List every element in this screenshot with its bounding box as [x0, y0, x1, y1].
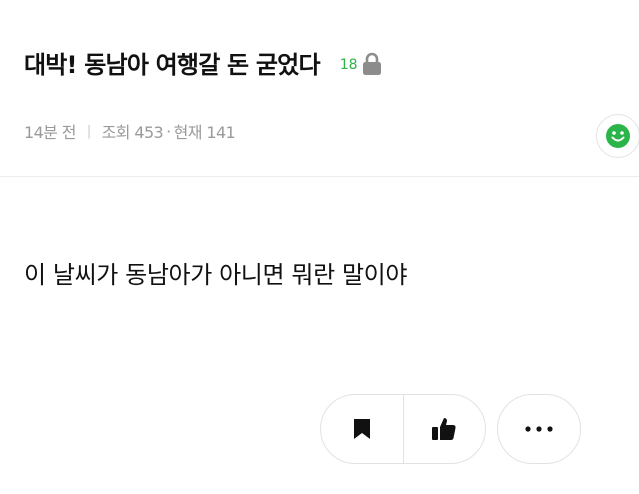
- thumbs-up-icon: [432, 418, 456, 440]
- post-time: 14분 전: [24, 123, 76, 142]
- post-meta: 14분 전 | 조회 453 · 현재 141: [24, 118, 236, 144]
- action-button-group: [320, 394, 486, 464]
- view-count: 조회 453: [101, 123, 164, 142]
- title-row: 대박! 동남아 여행갈 돈 굳었다 18: [24, 40, 382, 84]
- bookmark-icon: [353, 419, 370, 439]
- post-title: 대박! 동남아 여행갈 돈 굳었다: [24, 50, 321, 79]
- more-options-button[interactable]: [497, 394, 581, 464]
- meta-dot: ·: [166, 121, 171, 141]
- current-viewers: 현재 141: [173, 123, 236, 142]
- like-button[interactable]: [404, 395, 486, 463]
- smiley-icon: [606, 124, 630, 148]
- post-body: 이 날씨가 동남아가 아니면 뭐란 말이야: [24, 261, 408, 289]
- emoji-button[interactable]: [596, 114, 639, 158]
- comment-count[interactable]: 18: [340, 57, 358, 73]
- header-divider: [0, 176, 639, 177]
- more-dots-icon: [525, 426, 553, 432]
- lock-icon: [362, 52, 382, 76]
- meta-separator: |: [86, 123, 91, 139]
- bookmark-button[interactable]: [321, 395, 403, 463]
